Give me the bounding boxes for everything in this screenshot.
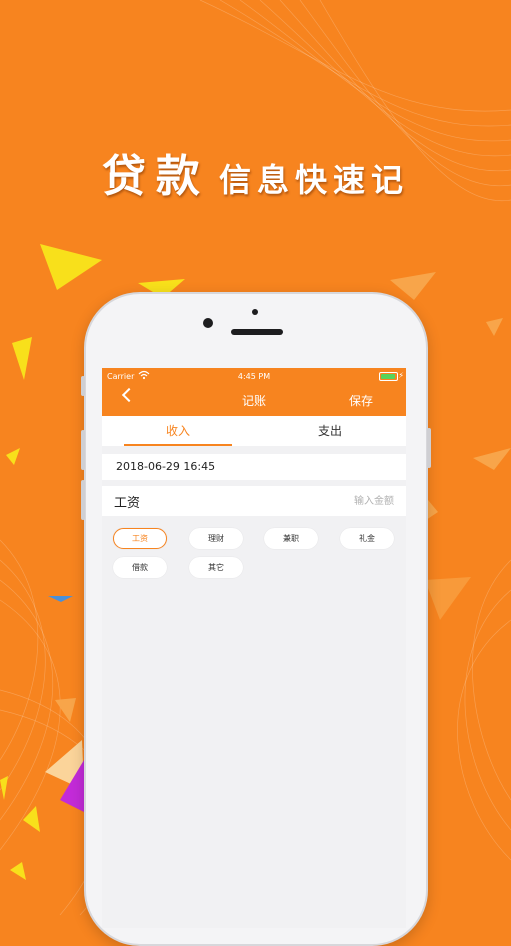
phone-volume-up xyxy=(81,430,85,470)
battery-icon xyxy=(379,372,398,381)
tab-income[interactable]: 收入 xyxy=(102,416,254,446)
category-chip-loan[interactable]: 借款 xyxy=(113,557,167,578)
phone-mockup: Carrier 4:45 PM ⚡ 记账 保存 收入 支出 2018-06-29… xyxy=(81,292,431,946)
save-button[interactable]: 保存 xyxy=(349,392,373,409)
charging-icon: ⚡ xyxy=(398,371,404,380)
phone-camera xyxy=(203,318,213,328)
headline-primary: 贷款 xyxy=(101,151,210,202)
status-bar: Carrier 4:45 PM ⚡ xyxy=(102,370,406,384)
phone-mute-switch xyxy=(81,376,85,396)
status-time: 4:45 PM xyxy=(237,372,271,381)
active-tab-indicator xyxy=(124,444,232,446)
nav-bar: Carrier 4:45 PM ⚡ 记账 保存 xyxy=(102,368,406,416)
category-chip-other[interactable]: 其它 xyxy=(189,557,243,578)
promo-headline: 贷款 信息快速记 xyxy=(0,140,511,204)
category-chip-giftmoney[interactable]: 礼金 xyxy=(340,528,394,549)
selected-category-label: 工资 xyxy=(114,496,141,511)
phone-sensor xyxy=(252,309,258,315)
phone-power-button xyxy=(427,428,431,468)
category-grid: 工资 理财 兼职 礼金 借款 其它 xyxy=(102,516,406,586)
phone-speaker xyxy=(231,329,283,335)
headline-secondary: 信息快速记 xyxy=(219,161,410,199)
phone-volume-down xyxy=(81,480,85,520)
category-chip-parttime[interactable]: 兼职 xyxy=(264,528,318,549)
type-tabs: 收入 支出 xyxy=(102,416,406,446)
amount-row: 工资 xyxy=(102,486,406,516)
amount-input[interactable] xyxy=(302,490,396,512)
app-screen: Carrier 4:45 PM ⚡ 记账 保存 收入 支出 2018-06-29… xyxy=(102,368,406,928)
date-picker[interactable]: 2018-06-29 16:45 xyxy=(102,454,406,480)
category-chip-finance[interactable]: 理财 xyxy=(189,528,243,549)
tab-expense[interactable]: 支出 xyxy=(254,416,406,446)
category-chip-wage[interactable]: 工资 xyxy=(113,528,167,549)
